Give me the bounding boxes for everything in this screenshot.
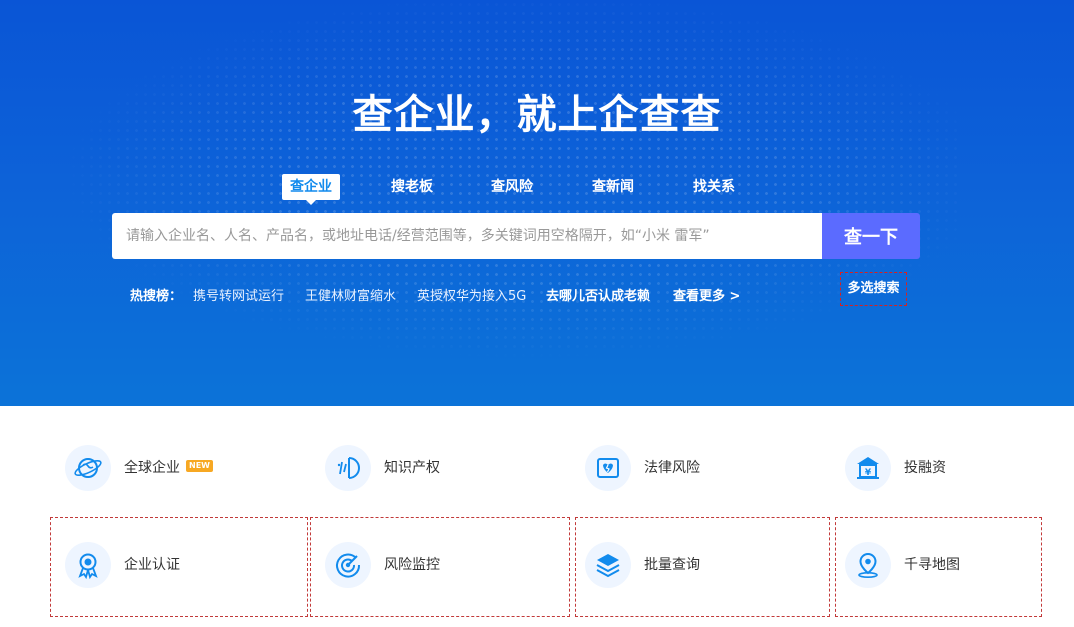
- certificate-icon: [65, 542, 111, 588]
- search-tabs: 查企业 搜老板 查风险 查新闻 找关系: [0, 174, 1074, 205]
- hot-search-item[interactable]: 王健林财富缩水: [305, 285, 396, 304]
- search-input[interactable]: [112, 213, 823, 259]
- feature-intellectual-property[interactable]: 知识产权: [312, 420, 570, 520]
- feature-risk-monitoring[interactable]: 风险监控: [310, 517, 570, 617]
- feature-label: 投融资: [904, 460, 946, 476]
- radar-icon: [325, 542, 371, 588]
- tab-news[interactable]: 查新闻: [584, 174, 642, 200]
- feature-qianxun-map[interactable]: 千寻地图: [835, 517, 1042, 617]
- ip-icon: [325, 445, 371, 491]
- hero-banner: 查企业，就上企查查 查企业 搜老板 查风险 查新闻 找关系 查一下 热搜榜： 携…: [0, 0, 1074, 406]
- hot-search-item[interactable]: 去哪儿否认成老赖: [546, 285, 650, 304]
- hero-title: 查企业，就上企查查: [352, 92, 722, 138]
- tab-company[interactable]: 查企业: [282, 174, 340, 205]
- feature-label: 全球企业: [124, 460, 180, 476]
- hot-search-label: 热搜榜：: [130, 289, 183, 304]
- hot-search-item[interactable]: 携号转网试运行: [193, 285, 284, 304]
- globe-icon: [65, 445, 111, 491]
- feature-label: 法律风险: [644, 460, 700, 476]
- feature-batch-query[interactable]: 批量查询: [575, 517, 830, 617]
- map-pin-icon: [845, 542, 891, 588]
- tab-risk[interactable]: 查风险: [483, 174, 541, 200]
- feature-global-enterprise[interactable]: 全球企业 NEW: [52, 420, 310, 520]
- shield-broken-icon: [585, 445, 631, 491]
- feature-investment[interactable]: ¥ 投融资: [832, 420, 1074, 520]
- feature-label: 企业认证: [124, 557, 180, 573]
- bank-yen-icon: ¥: [845, 445, 891, 491]
- tab-relations[interactable]: 找关系: [685, 174, 743, 200]
- feature-label: 风险监控: [384, 557, 440, 573]
- search-button[interactable]: 查一下: [822, 213, 920, 259]
- feature-legal-risk[interactable]: 法律风险: [572, 420, 830, 520]
- hot-search-item[interactable]: 英授权华为接入5G: [417, 285, 526, 304]
- hot-search-more-link[interactable]: 查看更多 >: [673, 285, 740, 304]
- feature-enterprise-certification[interactable]: 企业认证: [50, 517, 308, 617]
- feature-label: 知识产权: [384, 460, 440, 476]
- multi-search-button[interactable]: 多选搜索: [840, 272, 907, 306]
- svg-text:¥: ¥: [865, 468, 872, 478]
- tab-boss[interactable]: 搜老板: [383, 174, 441, 200]
- layers-icon: [585, 542, 631, 588]
- feature-label: 千寻地图: [904, 557, 960, 573]
- feature-label: 批量查询: [644, 557, 700, 573]
- new-badge: NEW: [186, 460, 213, 472]
